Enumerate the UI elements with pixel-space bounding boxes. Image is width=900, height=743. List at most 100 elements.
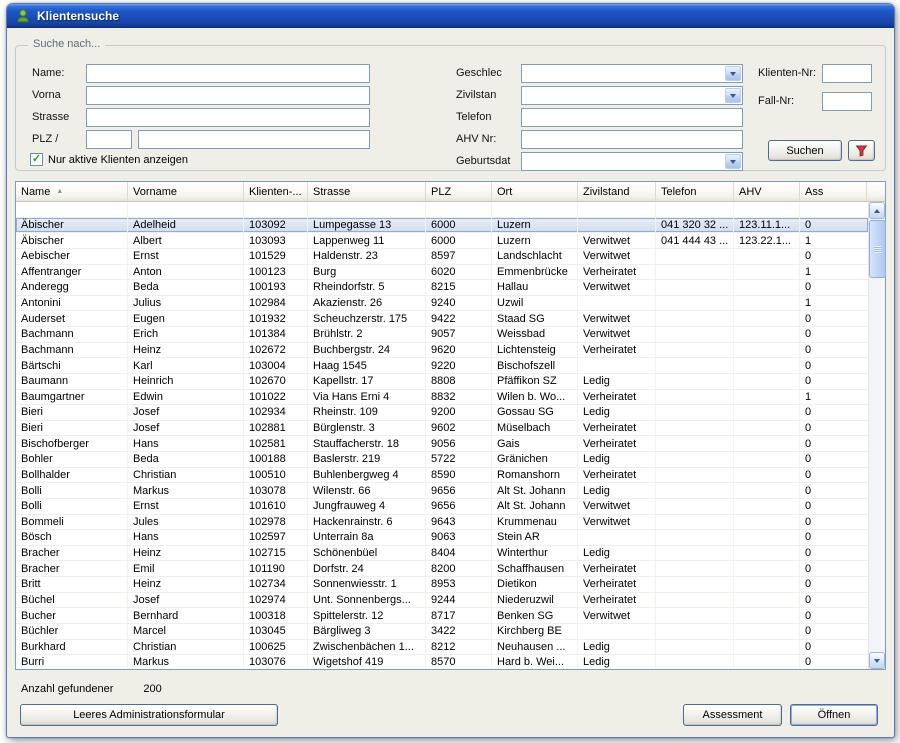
column-header-ass[interactable]: Ass [800,182,867,202]
fall-nr-input[interactable] [822,92,872,111]
assessment-button[interactable]: Assessment [683,704,782,726]
plz-input[interactable] [86,130,132,149]
column-header-klienten[interactable]: Klienten-... [244,182,308,202]
table-row[interactable]: AudersetEugen101932Scheuchzerstr. 175942… [16,311,868,327]
table-row[interactable]: AffentrangerAnton100123Burg6020Emmenbrüc… [16,265,868,281]
column-header-strasse[interactable]: Strasse [308,182,426,202]
table-cell: 100193 [244,280,308,295]
name-input[interactable] [86,64,370,83]
table-cell: Luzern [492,218,578,233]
geburtsdatum-select[interactable] [521,152,743,171]
table-cell: Wilen b. Wo... [492,390,578,405]
table-row[interactable]: BaumannHeinrich102670Kapellstr. 178808Pf… [16,374,868,390]
table-row[interactable]: BurkhardChristian100625Zwischenbächen 1.… [16,640,868,656]
table-row[interactable]: BieriJosef102881Bürglenstr. 39602Müselba… [16,421,868,437]
result-count-label: Anzahl gefundener [21,683,113,695]
ahv-input[interactable] [521,130,743,149]
zivilstand-select[interactable] [521,86,743,105]
dropdown-button[interactable] [725,88,741,103]
geschlecht-select[interactable] [521,64,743,83]
table-cell [734,327,800,342]
oeffnen-button[interactable]: Öffnen [790,704,878,726]
column-header-zivilstand[interactable]: Zivilstand [578,182,656,202]
scrollbar-thumb[interactable] [869,220,886,278]
suchen-button[interactable]: Suchen [768,140,842,161]
table-row[interactable]: AndereggBeda100193Rheindorfstr. 58215Hal… [16,280,868,296]
table-cell: 0 [800,608,867,623]
table-cell: Affentranger [16,265,128,280]
table-cell: 0 [800,374,867,389]
table-row[interactable] [16,202,868,218]
table-cell [734,515,800,530]
table-row[interactable]: BolliErnst101610Jungfrauweg 49656Alt St.… [16,499,868,515]
table-row[interactable]: BohlerBeda100188Baslerstr. 2195722Gränic… [16,452,868,468]
window-titlebar[interactable]: Klientensuche [7,4,894,28]
table-row[interactable]: BachmannErich101384Brühlstr. 29057Weissb… [16,327,868,343]
column-header-ahv[interactable]: AHV [734,182,800,202]
aktive-klienten-checkbox[interactable]: ✓ [30,153,43,166]
table-row[interactable]: BracherEmil101190Dorfstr. 248200Schaffha… [16,561,868,577]
table-row[interactable]: BucherBernhard100318Spittelerstr. 128717… [16,608,868,624]
vertical-scrollbar[interactable] [868,202,885,669]
table-row[interactable]: BieriJosef102934Rheinstr. 1099200Gossau … [16,405,868,421]
table-cell [734,311,800,326]
column-label: Klienten-... [249,186,302,198]
table-row[interactable]: AntoniniJulius102984Akazienstr. 269240Uz… [16,296,868,312]
table-cell [734,436,800,451]
table-row[interactable]: BurriMarkus103076Wigetshof 4198570Hard b… [16,655,868,669]
table-row[interactable]: ÄbischerAlbert103093Lappenweg 116000Luze… [16,233,868,249]
table-cell: Neuhausen ... [492,640,578,655]
table-row[interactable]: ÄbischerAdelheid103092Lumpegasse 136000L… [16,218,868,234]
table-cell: Krummenau [492,515,578,530]
table-cell [734,358,800,373]
column-header-telefon[interactable]: Telefon [656,182,734,202]
table-row[interactable]: BischofbergerHans102581Stauffacherstr. 1… [16,436,868,452]
table-row[interactable]: BaumgartnerEdwin101022Via Hans Erni 4883… [16,390,868,406]
column-header-name[interactable]: Name▲ [16,182,128,202]
table-cell: Bommeli [16,515,128,530]
leeres-administrationsformular-button[interactable]: Leeres Administrationsformular [20,704,278,726]
table-cell: Burkhard [16,640,128,655]
telefon-input[interactable] [521,108,743,127]
table-cell: Ledig [578,655,656,669]
plz-ort-input[interactable] [138,130,370,149]
column-header-plz[interactable]: PLZ [426,182,492,202]
table-cell: 102581 [244,436,308,451]
table-row[interactable]: BrittHeinz102734Sonnenwiesstr. 18953Diet… [16,577,868,593]
strasse-input[interactable] [86,108,370,127]
table-row[interactable]: BachmannHeinz102672Buchbergstr. 249620Li… [16,343,868,359]
table-row[interactable]: AebischerErnst101529Haldenstr. 238597Lan… [16,249,868,265]
table-cell: Wilenstr. 66 [308,483,426,498]
table-row[interactable]: BolliMarkus103078Wilenstr. 669656Alt St.… [16,483,868,499]
klienten-nr-input[interactable] [822,64,872,83]
table-cell: 9244 [426,593,492,608]
scrollbar-track[interactable] [869,219,885,652]
dropdown-button[interactable] [725,154,741,169]
table-cell [656,374,734,389]
table-cell: 0 [800,640,867,655]
scroll-down-button[interactable] [869,652,885,669]
table-cell: 0 [800,436,867,451]
table-cell: 123.22.1... [734,233,800,248]
table-cell: Gais [492,436,578,451]
vorname-input[interactable] [86,86,370,105]
table-cell: Anton [128,265,244,280]
table-row[interactable]: BracherHeinz102715Schönenbüel8404Wintert… [16,546,868,562]
column-header-vorname[interactable]: Vorname [128,182,244,202]
table-row[interactable]: BüchelJosef102974Unt. Sonnenbergs...9244… [16,593,868,609]
dropdown-button[interactable] [725,66,741,81]
table-row[interactable]: BärtschiKarl103004Haag 15459220Bischofsz… [16,358,868,374]
table-row[interactable]: BollhalderChristian100510Buhlenbergweg 4… [16,468,868,484]
column-header-ort[interactable]: Ort [492,182,578,202]
scroll-up-button[interactable] [869,202,885,219]
table-cell [426,202,492,217]
table-cell [578,624,656,639]
column-label: Ort [497,186,512,198]
table-cell: Äbischer [16,233,128,248]
table-cell: 8570 [426,655,492,669]
table-row[interactable]: BommeliJules102978Hackenrainstr. 69643Kr… [16,515,868,531]
table-row[interactable]: BüchlerMarcel103045Bärgliweg 33422Kirchb… [16,624,868,640]
clear-filter-button[interactable] [848,140,875,161]
table-row[interactable]: BöschHans102597Unterrain 8a9063Stein AR0 [16,530,868,546]
table-cell: Ernst [128,499,244,514]
